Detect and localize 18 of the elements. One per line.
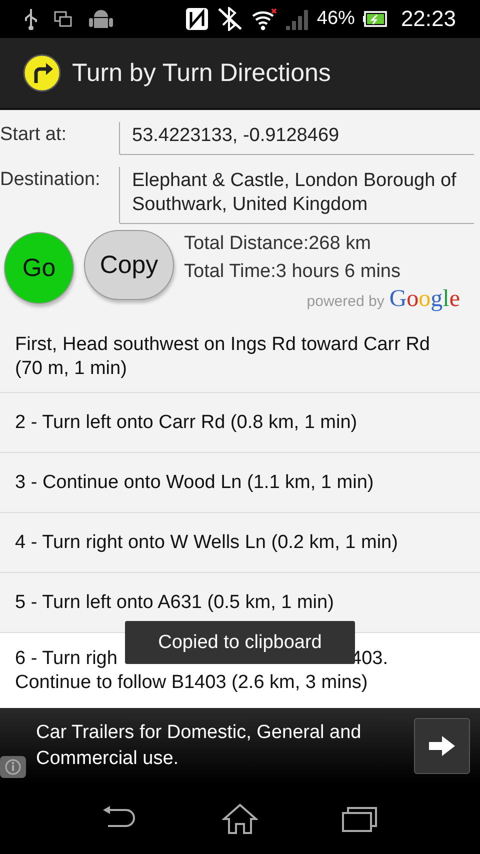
battery-percent: 46% bbox=[316, 8, 355, 30]
powered-by-text: powered by bbox=[306, 293, 384, 310]
total-text: Total Time:3 hours 6 mins bbox=[184, 260, 402, 284]
direction-text: 5 - Turn left onto A631 (0.5 km, 1 min) bbox=[15, 590, 335, 614]
total-text: Total Distance:268 km bbox=[184, 232, 372, 256]
field-label: Start at: bbox=[0, 123, 68, 146]
app-title: Turn by Turn Directions bbox=[72, 58, 331, 88]
field-label: Destination: bbox=[0, 168, 102, 191]
direction-text: First, Head southwest on Ings Rd toward Carr Rd (70 m, 1 min) bbox=[15, 332, 432, 380]
ad-text: Car Trailers for Domestic, General and Commercial use. bbox=[36, 720, 362, 770]
google-logo: Google bbox=[389, 286, 460, 313]
direction-text: 2 - Turn left onto Carr Rd (0.8 km, 1 min) bbox=[15, 410, 358, 434]
direction-text: 4 - Turn right onto W Wells Ln (0.2 km, 1 min) bbox=[15, 530, 399, 554]
direction-text: 6 - Turn righ bbox=[15, 646, 118, 670]
clock: 22:23 bbox=[400, 6, 456, 32]
direction-text: 3 - Continue onto Wood Ln (1.1 km, 1 min) bbox=[15, 470, 375, 494]
clipboard-toast: Copied to clipboard bbox=[125, 621, 355, 664]
direction-text: Continue to follow B1403 (2.6 km, 3 mins) bbox=[15, 670, 369, 694]
